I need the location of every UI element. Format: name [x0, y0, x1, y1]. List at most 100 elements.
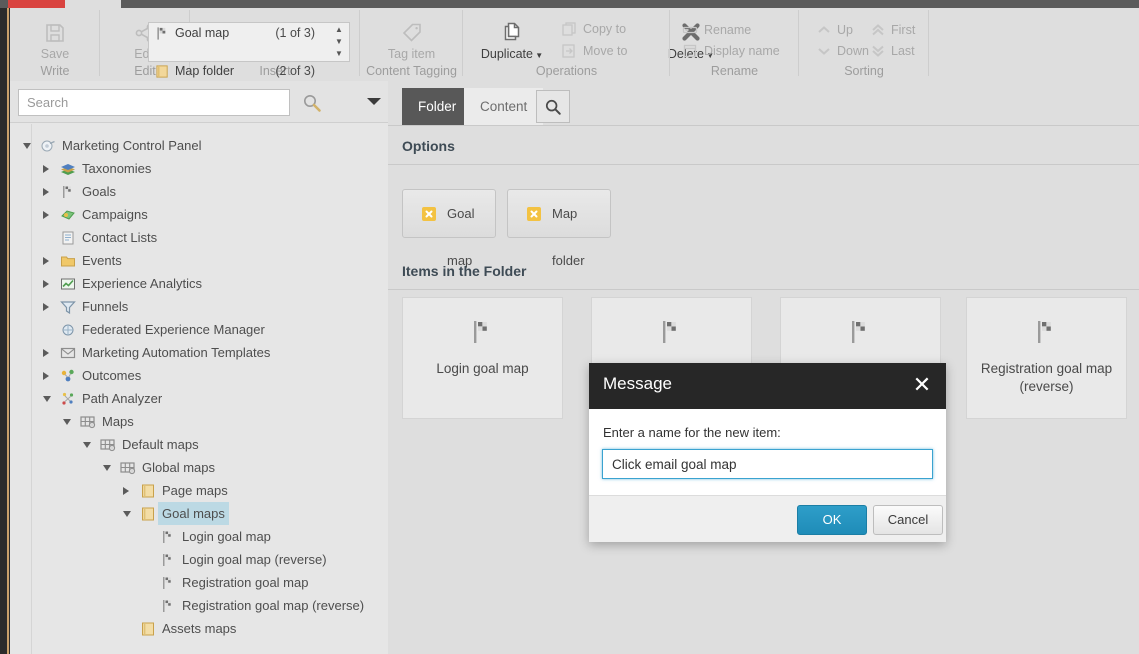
tree-node-goal-maps[interactable]: Goal maps	[10, 502, 388, 525]
tree-node-label: Funnels	[82, 299, 129, 314]
close-icon[interactable]: ✕	[908, 371, 936, 399]
tree-node-label: Outcomes	[82, 368, 142, 383]
option-map-folder[interactable]: Map folder	[507, 189, 611, 268]
tree-node-registration-goal-map[interactable]: Registration goal map	[10, 571, 388, 594]
tree-node-label: Maps	[102, 414, 134, 429]
insert-gallery-scroll-buttons[interactable]: ▲ ▼ ▼	[331, 24, 347, 60]
item-name-input[interactable]	[602, 449, 933, 479]
tree-twisty-open-icon[interactable]	[62, 410, 74, 433]
gallery-scroll-down-icon[interactable]: ▼	[331, 36, 347, 48]
sort-last-button[interactable]: Last	[871, 41, 929, 61]
tree-node-global-maps[interactable]: Global maps	[10, 456, 388, 479]
tree-twisty-open-icon[interactable]	[102, 456, 114, 479]
ok-button[interactable]: OK	[797, 505, 867, 535]
tree-twisty-open-icon[interactable]	[22, 134, 34, 157]
gallery-expand-icon[interactable]: ▼	[331, 48, 347, 60]
tree-node-outcomes[interactable]: Outcomes	[10, 364, 388, 387]
tree-node-page-maps[interactable]: Page maps	[10, 479, 388, 502]
tree-node-registration-goal-map-reverse[interactable]: Registration goal map (reverse)	[10, 594, 388, 617]
tree-node-taxonomies[interactable]: Taxonomies	[10, 157, 388, 180]
tree-twisty-open-icon[interactable]	[42, 387, 54, 410]
save-label: Save	[40, 47, 70, 61]
tree-twisty-closed-icon[interactable]	[42, 272, 54, 295]
goal-flag-icon	[163, 600, 171, 612]
tree-node-login-goal-map[interactable]: Login goal map	[10, 525, 388, 548]
sort-up-button[interactable]: Up	[817, 20, 869, 40]
sort-first-button[interactable]: First	[871, 20, 929, 40]
duplicate-button[interactable]: Duplicate ▼	[469, 20, 555, 63]
search-icon	[545, 99, 561, 115]
cancel-button[interactable]: Cancel	[873, 505, 943, 535]
dialog-body: Enter a name for the new item:	[589, 409, 946, 495]
tree-node-label: Marketing Automation Templates	[82, 345, 271, 360]
tree-node-maps[interactable]: Maps	[10, 410, 388, 433]
double-chevron-down-icon	[872, 45, 884, 57]
tree-twisty-closed-icon[interactable]	[42, 203, 54, 226]
search-icon[interactable]	[302, 93, 322, 113]
search-input[interactable]	[19, 90, 289, 115]
tree-node-campaigns[interactable]: Campaigns	[10, 203, 388, 226]
tree-twisty-open-icon[interactable]	[82, 433, 94, 456]
tree-node-events[interactable]: Events	[10, 249, 388, 272]
list-icon	[62, 231, 74, 245]
tree-twisty-open-icon[interactable]	[122, 502, 134, 525]
tree-node-path-analyzer[interactable]: Path Analyzer	[10, 387, 388, 410]
tree-node-funnels[interactable]: Funnels	[10, 295, 388, 318]
tree-node-federated-experience-manager[interactable]: Federated Experience Manager	[10, 318, 388, 341]
tree-node-login-goal-map-reverse[interactable]: Login goal map (reverse)	[10, 548, 388, 571]
tree-twisty-closed-icon[interactable]	[42, 364, 54, 387]
search-input-wrapper[interactable]	[18, 89, 290, 116]
ribbon-tab-strip	[0, 0, 1139, 8]
fxm-icon	[62, 324, 74, 336]
tree-node-default-maps[interactable]: Default maps	[10, 433, 388, 456]
tree-twisty-closed-icon[interactable]	[122, 479, 134, 502]
tree-node-marketing-automation-templates[interactable]: Marketing Automation Templates	[10, 341, 388, 364]
gallery-scroll-up-icon[interactable]: ▲	[331, 24, 347, 36]
rename-button[interactable]: Rename	[682, 20, 792, 40]
options-heading: Options	[388, 131, 1139, 165]
goal-flag-icon	[157, 27, 166, 40]
move-to-icon	[562, 44, 575, 58]
tree-node-experience-analytics[interactable]: Experience Analytics	[10, 272, 388, 295]
item-card[interactable]: Login goal map	[402, 297, 563, 419]
item-card[interactable]: Registration goal map (reverse)	[966, 297, 1127, 419]
tree-twisty-closed-icon[interactable]	[42, 295, 54, 318]
insert-gallery-item-count: (2 of 3)	[275, 64, 315, 78]
content-tree[interactable]: Marketing Control Panel Taxonomies Goals Ca…	[10, 124, 388, 654]
search-options-caret-icon[interactable]	[367, 98, 381, 105]
rename-icon	[682, 26, 698, 34]
items-heading: Items in the Folder	[388, 256, 1139, 290]
display-name-button[interactable]: Display name	[682, 41, 792, 61]
tab-content[interactable]: Content	[464, 88, 544, 125]
copy-to-button[interactable]: Copy to	[561, 19, 639, 39]
ribbon-tab-secondary[interactable]	[65, 0, 121, 8]
tree-twisty-closed-icon[interactable]	[42, 341, 54, 364]
save-button[interactable]: Save	[10, 22, 100, 62]
insert-gallery-item-goal-map[interactable]: Goal map (1 of 3)	[149, 24, 349, 43]
app-left-edge	[0, 0, 10, 654]
sort-down-button[interactable]: Down	[817, 41, 869, 61]
tab-search[interactable]	[536, 90, 570, 123]
tree-twisty-closed-icon[interactable]	[42, 249, 54, 272]
insert-gallery-item-map-folder[interactable]: Map folder (2 of 3)	[149, 62, 349, 81]
tree-node-assets-maps[interactable]: Assets maps	[10, 617, 388, 640]
goal-map-yellow-icon	[422, 207, 436, 221]
tree-node-goals[interactable]: Goals	[10, 180, 388, 203]
tree-twisty-closed-icon[interactable]	[42, 180, 54, 203]
tree-twisty-closed-icon[interactable]	[42, 157, 54, 180]
tree-node-label: Page maps	[162, 483, 228, 498]
insert-gallery: Goal map (1 of 3) Map folder (2 of 3) ▲ …	[148, 22, 350, 78]
tree-node-label: Global maps	[142, 460, 215, 475]
ribbon-tab-home-active[interactable]	[8, 0, 65, 8]
tag-item-button[interactable]: Tag item	[360, 22, 463, 62]
option-goal-map[interactable]: Goal map	[402, 189, 496, 268]
move-to-button[interactable]: Move to	[561, 41, 639, 61]
tree-node-contact-lists[interactable]: Contact Lists	[10, 226, 388, 249]
tree-node-label: Federated Experience Manager	[82, 322, 265, 337]
tab-folder[interactable]: Folder	[402, 88, 473, 125]
tree-node-marketing-control-panel[interactable]: Marketing Control Panel	[10, 134, 388, 157]
message-dialog: Message ✕ Enter a name for the new item:…	[589, 363, 946, 542]
goal-flag-icon	[163, 531, 171, 543]
tree-node-label: Goal maps	[158, 502, 229, 525]
duplicate-caret-icon[interactable]: ▼	[533, 51, 543, 60]
